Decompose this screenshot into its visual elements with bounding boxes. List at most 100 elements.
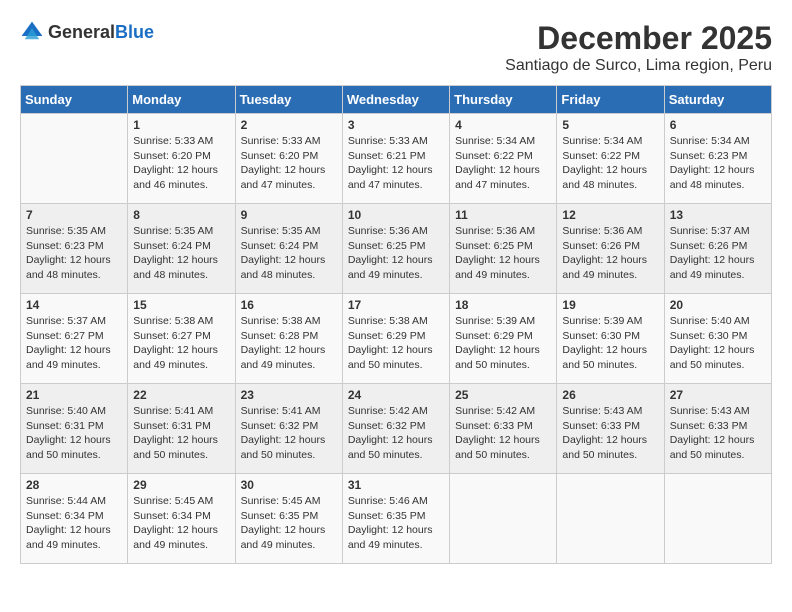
weekday-header: Wednesday — [342, 86, 449, 114]
calendar-cell: 6 Sunrise: 5:34 AMSunset: 6:23 PMDaylight… — [664, 114, 771, 204]
day-number: 8 — [133, 208, 229, 222]
day-info: Sunrise: 5:33 AMSunset: 6:20 PMDaylight:… — [133, 134, 229, 193]
day-info: Sunrise: 5:39 AMSunset: 6:30 PMDaylight:… — [562, 314, 658, 373]
day-number: 16 — [241, 298, 337, 312]
calendar-cell: 22Sunrise: 5:41 AMSunset: 6:31 PMDayligh… — [128, 384, 235, 474]
day-number: 2 — [241, 118, 337, 132]
day-number: 12 — [562, 208, 658, 222]
day-number: 11 — [455, 208, 551, 222]
day-info: Sunrise: 5:44 AMSunset: 6:34 PMDaylight:… — [26, 494, 122, 553]
location-title: Santiago de Surco, Lima region, Peru — [505, 57, 772, 75]
calendar-cell: 11 Sunrise: 5:36 AMSunset: 6:25 PMDayligh… — [450, 204, 557, 294]
day-number: 23 — [241, 388, 337, 402]
header-row: SundayMondayTuesdayWednesdayThursdayFrid… — [21, 86, 772, 114]
calendar-table: SundayMondayTuesdayWednesdayThursdayFrid… — [20, 85, 772, 564]
calendar-cell: 23 Sunrise: 5:41 AMSunset: 6:32 PMDayligh… — [235, 384, 342, 474]
calendar-cell: 20 Sunrise: 5:40 AMSunset: 6:30 PMDayligh… — [664, 294, 771, 384]
day-info: Sunrise: 5:36 AMSunset: 6:25 PMDaylight:… — [455, 224, 551, 283]
weekday-header: Sunday — [21, 86, 128, 114]
logo-text: GeneralBlue — [48, 22, 154, 43]
day-info: Sunrise: 5:45 AMSunset: 6:34 PMDaylight:… — [133, 494, 229, 553]
calendar-cell: 16 Sunrise: 5:38 AMSunset: 6:28 PMDayligh… — [235, 294, 342, 384]
day-info: Sunrise: 5:40 AMSunset: 6:31 PMDaylight:… — [26, 404, 122, 463]
weekday-header: Friday — [557, 86, 664, 114]
logo-icon — [20, 20, 44, 44]
day-number: 3 — [348, 118, 444, 132]
weekday-header: Saturday — [664, 86, 771, 114]
day-info: Sunrise: 5:39 AMSunset: 6:29 PMDaylight:… — [455, 314, 551, 373]
calendar-cell: 5Sunrise: 5:34 AMSunset: 6:22 PMDaylight… — [557, 114, 664, 204]
calendar-cell: 14Sunrise: 5:37 AMSunset: 6:27 PMDayligh… — [21, 294, 128, 384]
day-info: Sunrise: 5:35 AMSunset: 6:23 PMDaylight:… — [26, 224, 122, 283]
day-number: 18 — [455, 298, 551, 312]
calendar-cell: 8 Sunrise: 5:35 AMSunset: 6:24 PMDaylight… — [128, 204, 235, 294]
calendar-cell: 9 Sunrise: 5:35 AMSunset: 6:24 PMDaylight… — [235, 204, 342, 294]
day-info: Sunrise: 5:40 AMSunset: 6:30 PMDaylight:… — [670, 314, 766, 373]
day-number: 25 — [455, 388, 551, 402]
day-number: 10 — [348, 208, 444, 222]
day-number: 21 — [26, 388, 122, 402]
calendar-week-row: 7 Sunrise: 5:35 AMSunset: 6:23 PMDaylight… — [21, 204, 772, 294]
calendar-cell: 1Sunrise: 5:33 AMSunset: 6:20 PMDaylight… — [128, 114, 235, 204]
calendar-header: SundayMondayTuesdayWednesdayThursdayFrid… — [21, 86, 772, 114]
day-info: Sunrise: 5:38 AMSunset: 6:27 PMDaylight:… — [133, 314, 229, 373]
calendar-cell: 25 Sunrise: 5:42 AMSunset: 6:33 PMDayligh… — [450, 384, 557, 474]
logo: GeneralBlue — [20, 20, 154, 44]
day-number: 17 — [348, 298, 444, 312]
calendar-cell: 26Sunrise: 5:43 AMSunset: 6:33 PMDayligh… — [557, 384, 664, 474]
day-info: Sunrise: 5:41 AMSunset: 6:32 PMDaylight:… — [241, 404, 337, 463]
day-info: Sunrise: 5:35 AMSunset: 6:24 PMDaylight:… — [241, 224, 337, 283]
day-info: Sunrise: 5:38 AMSunset: 6:28 PMDaylight:… — [241, 314, 337, 373]
calendar-cell: 13 Sunrise: 5:37 AMSunset: 6:26 PMDayligh… — [664, 204, 771, 294]
calendar-cell: 2Sunrise: 5:33 AMSunset: 6:20 PMDaylight… — [235, 114, 342, 204]
day-number: 7 — [26, 208, 122, 222]
day-info: Sunrise: 5:34 AMSunset: 6:22 PMDaylight:… — [562, 134, 658, 193]
calendar-week-row: 28Sunrise: 5:44 AMSunset: 6:34 PMDayligh… — [21, 474, 772, 564]
day-number: 6 — [670, 118, 766, 132]
day-number: 20 — [670, 298, 766, 312]
calendar-cell: 15Sunrise: 5:38 AMSunset: 6:27 PMDayligh… — [128, 294, 235, 384]
calendar-cell — [664, 474, 771, 564]
calendar-cell: 27 Sunrise: 5:43 AMSunset: 6:33 PMDayligh… — [664, 384, 771, 474]
calendar-cell — [21, 114, 128, 204]
day-info: Sunrise: 5:36 AMSunset: 6:25 PMDaylight:… — [348, 224, 444, 283]
day-info: Sunrise: 5:35 AMSunset: 6:24 PMDaylight:… — [133, 224, 229, 283]
day-info: Sunrise: 5:45 AMSunset: 6:35 PMDaylight:… — [241, 494, 337, 553]
calendar-cell: 4 Sunrise: 5:34 AMSunset: 6:22 PMDaylight… — [450, 114, 557, 204]
day-number: 19 — [562, 298, 658, 312]
day-number: 13 — [670, 208, 766, 222]
day-number: 27 — [670, 388, 766, 402]
calendar-cell: 24Sunrise: 5:42 AMSunset: 6:32 PMDayligh… — [342, 384, 449, 474]
logo-general: General — [48, 22, 115, 42]
calendar-cell: 7 Sunrise: 5:35 AMSunset: 6:23 PMDaylight… — [21, 204, 128, 294]
calendar-cell: 31Sunrise: 5:46 AMSunset: 6:35 PMDayligh… — [342, 474, 449, 564]
day-info: Sunrise: 5:34 AMSunset: 6:23 PMDaylight:… — [670, 134, 766, 193]
calendar-cell — [557, 474, 664, 564]
day-number: 29 — [133, 478, 229, 492]
weekday-header: Thursday — [450, 86, 557, 114]
title-block: December 2025 Santiago de Surco, Lima re… — [505, 20, 772, 75]
weekday-header: Monday — [128, 86, 235, 114]
day-info: Sunrise: 5:36 AMSunset: 6:26 PMDaylight:… — [562, 224, 658, 283]
day-info: Sunrise: 5:43 AMSunset: 6:33 PMDaylight:… — [562, 404, 658, 463]
calendar-cell: 12 Sunrise: 5:36 AMSunset: 6:26 PMDayligh… — [557, 204, 664, 294]
day-info: Sunrise: 5:37 AMSunset: 6:26 PMDaylight:… — [670, 224, 766, 283]
calendar-body: 1Sunrise: 5:33 AMSunset: 6:20 PMDaylight… — [21, 114, 772, 564]
calendar-cell: 17Sunrise: 5:38 AMSunset: 6:29 PMDayligh… — [342, 294, 449, 384]
day-info: Sunrise: 5:42 AMSunset: 6:32 PMDaylight:… — [348, 404, 444, 463]
day-info: Sunrise: 5:43 AMSunset: 6:33 PMDaylight:… — [670, 404, 766, 463]
calendar-cell: 10 Sunrise: 5:36 AMSunset: 6:25 PMDayligh… — [342, 204, 449, 294]
calendar-cell — [450, 474, 557, 564]
day-info: Sunrise: 5:34 AMSunset: 6:22 PMDaylight:… — [455, 134, 551, 193]
day-number: 9 — [241, 208, 337, 222]
calendar-cell: 21 Sunrise: 5:40 AMSunset: 6:31 PMDayligh… — [21, 384, 128, 474]
day-number: 4 — [455, 118, 551, 132]
calendar-cell: 3Sunrise: 5:33 AMSunset: 6:21 PMDaylight… — [342, 114, 449, 204]
logo-blue: Blue — [115, 22, 154, 42]
day-info: Sunrise: 5:41 AMSunset: 6:31 PMDaylight:… — [133, 404, 229, 463]
day-info: Sunrise: 5:46 AMSunset: 6:35 PMDaylight:… — [348, 494, 444, 553]
calendar-week-row: 21 Sunrise: 5:40 AMSunset: 6:31 PMDayligh… — [21, 384, 772, 474]
day-info: Sunrise: 5:42 AMSunset: 6:33 PMDaylight:… — [455, 404, 551, 463]
month-title: December 2025 — [505, 20, 772, 57]
calendar-cell: 19 Sunrise: 5:39 AMSunset: 6:30 PMDayligh… — [557, 294, 664, 384]
